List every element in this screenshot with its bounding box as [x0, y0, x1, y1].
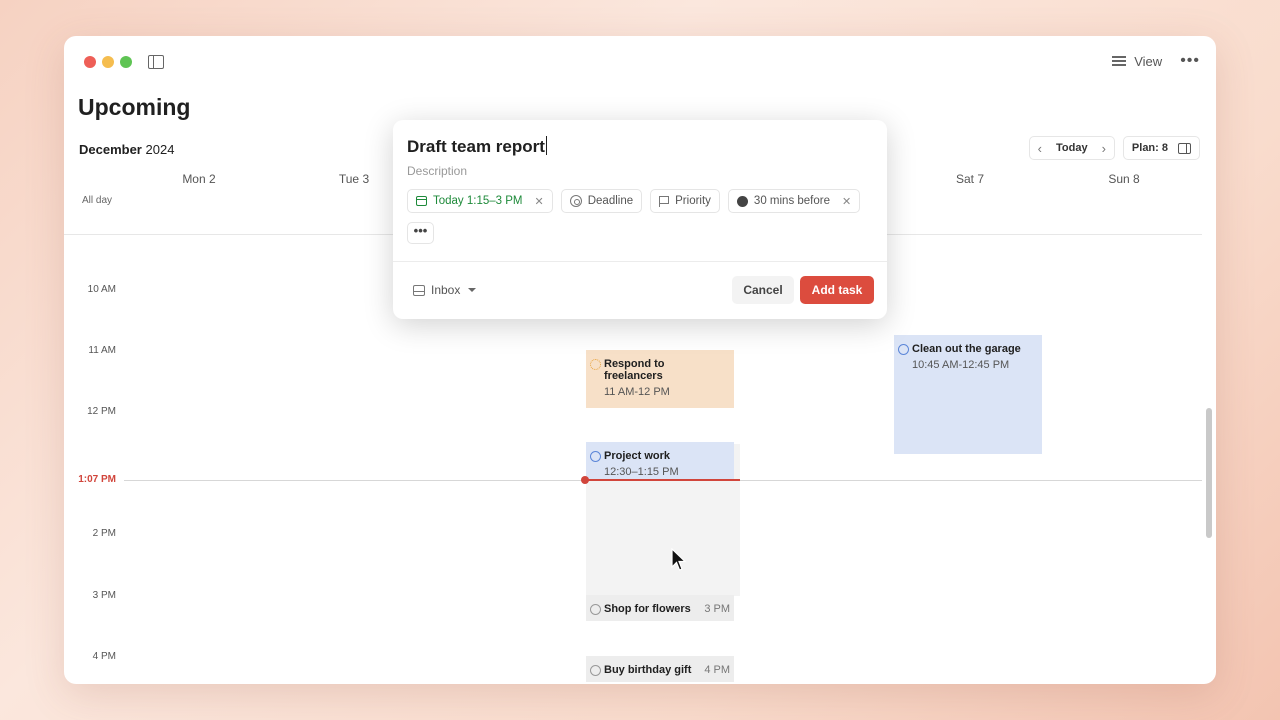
time-label: 11 AM [88, 345, 116, 356]
task-name-input[interactable]: Draft team report [407, 136, 547, 157]
panel-icon [1178, 142, 1191, 154]
time-label: 3 PM [92, 590, 116, 601]
plan-label: Plan: 8 [1131, 142, 1168, 154]
task-checkbox-icon[interactable] [590, 359, 601, 370]
page-title: Upcoming [78, 94, 191, 120]
window-controls [84, 56, 132, 68]
clear-date-icon[interactable]: ✕ [535, 195, 544, 208]
flag-icon [659, 195, 670, 207]
close-window-button[interactable] [84, 56, 96, 68]
reminder-chip[interactable]: 30 mins before ✕ [727, 189, 861, 213]
day-header[interactable]: Tue 3 [304, 172, 404, 186]
next-week-icon[interactable]: › [1102, 141, 1106, 156]
project-selector[interactable]: Inbox [413, 283, 477, 297]
day-header[interactable]: Sun 8 [1074, 172, 1174, 186]
view-label: View [1134, 53, 1163, 69]
task-checkbox-icon[interactable] [590, 604, 601, 615]
date-chip[interactable]: Today 1:15–3 PM ✕ [407, 189, 553, 213]
event-time: 12:30–1:15 PM [604, 466, 679, 478]
time-label: 12 PM [87, 406, 116, 417]
day-header[interactable]: Sat 7 [920, 172, 1020, 186]
project-label: Inbox [431, 283, 461, 297]
deadline-icon [569, 195, 582, 207]
calendar-icon [416, 196, 427, 206]
more-options-icon[interactable]: ••• [1180, 52, 1200, 70]
plan-button[interactable]: Plan: 8 [1122, 136, 1200, 160]
sliders-icon [1112, 55, 1127, 67]
current-time-dot [581, 476, 589, 484]
event-block[interactable]: Respond to freelancers 11 AM-12 PM [586, 350, 734, 408]
cancel-button[interactable]: Cancel [732, 276, 794, 304]
divider [393, 261, 887, 262]
event-title: Clean out the garage [912, 343, 1021, 355]
today-button[interactable]: Today [1056, 142, 1088, 154]
reminder-label: 30 mins before [753, 195, 830, 207]
deadline-chip[interactable]: Deadline [560, 189, 643, 213]
zoom-window-button[interactable] [120, 56, 132, 68]
event-time: 4 PM [704, 664, 730, 676]
more-actions-button[interactable]: ••• [407, 222, 434, 244]
date-navigation: ‹ Today › [1028, 136, 1115, 160]
current-time-indicator [585, 479, 740, 481]
event-block[interactable]: Shop for flowers 3 PM [586, 595, 734, 621]
task-checkbox-icon[interactable] [590, 451, 601, 462]
clear-reminder-icon[interactable]: ✕ [842, 195, 851, 208]
all-day-label: All day [82, 195, 113, 206]
deadline-label: Deadline [587, 195, 634, 207]
event-block[interactable]: Buy birthday gift 4 PM [586, 656, 734, 682]
event-time: 10:45 AM-12:45 PM [912, 359, 1010, 371]
time-label: 2 PM [92, 528, 116, 539]
task-checkbox-icon[interactable] [590, 665, 601, 676]
alarm-icon [736, 195, 748, 207]
month-name: December [79, 142, 142, 157]
month-label: December 2024 [79, 142, 174, 157]
event-time: 3 PM [704, 603, 730, 615]
priority-chip[interactable]: Priority [650, 189, 720, 213]
scrollbar[interactable] [1206, 408, 1212, 538]
event-time: 11 AM-12 PM [604, 386, 670, 398]
event-title: Respond to freelancers [604, 358, 665, 382]
sidebar-toggle-icon[interactable] [148, 55, 164, 69]
chevron-down-icon [468, 288, 477, 292]
add-task-button[interactable]: Add task [800, 276, 874, 304]
current-time-label: 1:07 PM [78, 474, 116, 485]
previous-week-icon[interactable]: ‹ [1038, 141, 1042, 156]
time-label: 10 AM [87, 284, 116, 295]
minimize-window-button[interactable] [102, 56, 114, 68]
app-window: View ••• Upcoming December 2024 ‹ Today … [64, 36, 1216, 684]
event-block[interactable]: Project work 12:30–1:15 PM [586, 442, 734, 480]
inbox-icon [413, 284, 425, 296]
event-block[interactable]: Clean out the garage 10:45 AM-12:45 PM [894, 335, 1042, 454]
event-title: Project work [604, 450, 671, 462]
day-header[interactable]: Mon 2 [149, 172, 249, 186]
time-label: 4 PM [92, 651, 116, 662]
task-checkbox-icon[interactable] [898, 344, 909, 355]
view-button[interactable]: View [1112, 54, 1162, 69]
quick-add-task-dialog: Draft team report Description Today 1:15… [393, 120, 887, 319]
year: 2024 [145, 142, 175, 157]
date-chip-label: Today 1:15–3 PM [433, 195, 523, 207]
priority-label: Priority [675, 195, 711, 207]
task-description-input[interactable]: Description [407, 164, 467, 178]
